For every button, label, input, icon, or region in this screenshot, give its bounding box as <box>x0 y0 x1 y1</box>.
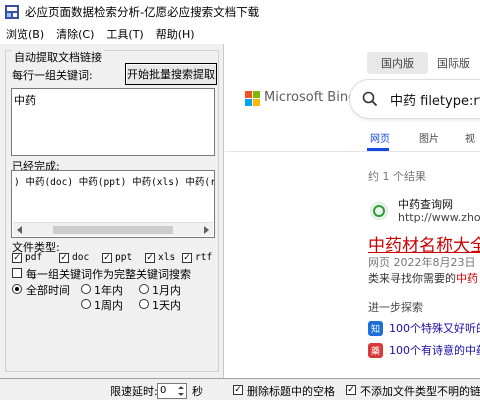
microsoft-logo-icon <box>245 90 260 106</box>
strip-spaces-checkbox[interactable]: ✓ <box>233 385 243 395</box>
app-icon <box>5 5 19 19</box>
filetype-ppt-checkbox[interactable]: ✓ <box>102 253 112 263</box>
start-batch-search-button[interactable]: 开始批量搜索提取 <box>125 63 217 85</box>
zhihu-icon: 知 <box>368 320 383 336</box>
snippet-text: 类来寻找你需要的 <box>368 272 456 285</box>
filetype-doc-checkbox[interactable]: ✓ <box>59 253 69 263</box>
menu-clear[interactable]: 清除(C) <box>50 26 100 42</box>
time-all-label: 全部时间 <box>26 284 70 297</box>
filetype-rtf-checkbox[interactable]: ✓ <box>182 253 192 263</box>
time-1day-radio[interactable] <box>139 299 149 309</box>
time-1week-label: 1周内 <box>94 299 123 312</box>
result-site-url[interactable]: http://www.zhong <box>398 211 480 224</box>
result-site-name[interactable]: 中药查询网 <box>398 196 453 212</box>
time-1year-label: 1年内 <box>94 284 123 297</box>
filetype-rtf-label: rtf <box>195 252 213 263</box>
tab-international[interactable]: 国际版 <box>423 52 480 74</box>
tab-domestic[interactable]: 国内版 <box>367 52 428 74</box>
filetype-doc-label: doc <box>72 252 90 263</box>
group-label: 自动提取文档链接 <box>12 49 104 65</box>
result-count: 约 1 个结果 <box>368 170 426 183</box>
bing-brand: Microsoft Bing <box>264 90 357 105</box>
result-snippet: 类来寻找你需要的中药 <box>368 270 478 286</box>
no-unknown-types-label: 不添加文件类型不明的链接 <box>360 385 480 398</box>
time-1day-label: 1天内 <box>152 299 181 312</box>
spinner-arrows-icon[interactable] <box>177 384 186 398</box>
herb-icon: 藥 <box>368 342 383 358</box>
explore-heading: 进一步探索 <box>368 301 423 314</box>
window-title: 必应页面数据检索分析-亿愿必应搜索文档下载 <box>25 5 260 19</box>
delay-unit: 秒 <box>192 385 203 398</box>
search-query[interactable]: 中药 filetype:rt <box>390 90 480 109</box>
browser-view[interactable]: 国内版 国际版 Microsoft Bing 中药 filetype:rt 网页… <box>225 44 480 378</box>
horizontal-scrollbar[interactable] <box>13 222 213 236</box>
time-1year-radio[interactable] <box>81 284 91 294</box>
related-link-2[interactable]: 藥 100个有诗意的中药 <box>368 342 480 358</box>
time-1month-label: 1月内 <box>152 284 181 297</box>
search-icon[interactable] <box>362 91 378 107</box>
related-link-2-text: 100个有诗意的中药 <box>389 344 480 357</box>
keywords-label: 每行一组关键词: <box>12 69 93 82</box>
no-unknown-types-checkbox[interactable]: ✓ <box>346 385 356 395</box>
status-bar: 限速延时: 0 秒 ✓ 删除标题中的空格 ✓ 不添加文件类型不明的链接 <box>0 378 480 400</box>
tab-images[interactable]: 图片 <box>419 130 439 145</box>
title-bar: 必应页面数据检索分析-亿愿必应搜索文档下载 <box>0 0 480 24</box>
nav-divider <box>225 151 480 152</box>
tab-web[interactable]: 网页 <box>370 130 390 145</box>
filetype-xls-label: xls <box>158 252 176 263</box>
filetype-ppt-label: ppt <box>115 252 133 263</box>
scroll-thumb[interactable] <box>53 226 173 234</box>
menu-tools[interactable]: 工具(T) <box>100 26 149 42</box>
related-link-1[interactable]: 知 100个特殊又好听的 <box>368 320 480 336</box>
related-link-1-text: 100个特殊又好听的 <box>389 322 480 335</box>
scroll-left-icon[interactable] <box>17 226 22 234</box>
extract-links-group: 自动提取文档链接 每行一组关键词: 开始批量搜索提取 中药 已经完成: ) 中药… <box>5 49 219 372</box>
time-all-radio[interactable] <box>12 284 22 294</box>
filetype-pdf-label: pdf <box>25 252 43 263</box>
control-panel: 自动提取文档链接 每行一组关键词: 开始批量搜索提取 中药 已经完成: ) 中药… <box>0 44 224 378</box>
time-1week-radio[interactable] <box>81 299 91 309</box>
snippet-highlight: 中药 <box>456 272 478 285</box>
search-box[interactable]: 中药 filetype:rt <box>350 80 480 118</box>
filetype-pdf-checkbox[interactable]: ✓ <box>12 253 22 263</box>
time-1month-radio[interactable] <box>139 284 149 294</box>
exact-keyword-checkbox[interactable] <box>12 268 22 278</box>
strip-spaces-label: 删除标题中的空格 <box>247 385 335 398</box>
menu-browse[interactable]: 浏览(B) <box>0 26 50 42</box>
completed-textarea[interactable]: ) 中药(doc) 中药(ppt) 中药(xls) 中药(rtf) <box>11 170 215 238</box>
scroll-right-icon[interactable] <box>204 226 209 234</box>
filetype-xls-checkbox[interactable]: ✓ <box>145 253 155 263</box>
exact-keyword-label: 每一组关键词作为完整关键词搜索 <box>26 268 191 281</box>
site-favicon-icon <box>370 202 388 220</box>
bing-logo[interactable]: Microsoft Bing <box>245 90 357 106</box>
menu-bar: 浏览(B) 清除(C) 工具(T) 帮助(H) <box>0 24 480 44</box>
menu-help[interactable]: 帮助(H) <box>150 26 201 42</box>
delay-label: 限速延时: <box>110 385 158 398</box>
tab-videos[interactable]: 视 <box>465 130 475 145</box>
result-title-link[interactable]: 中药材名称大全 <box>368 231 480 256</box>
keywords-textarea[interactable]: 中药 <box>11 88 215 156</box>
completed-text: ) 中药(doc) 中药(ppt) 中药(xls) 中药(rtf) <box>14 177 215 188</box>
result-date: 网页 2022年8月23日 · 药材 <box>368 256 480 269</box>
